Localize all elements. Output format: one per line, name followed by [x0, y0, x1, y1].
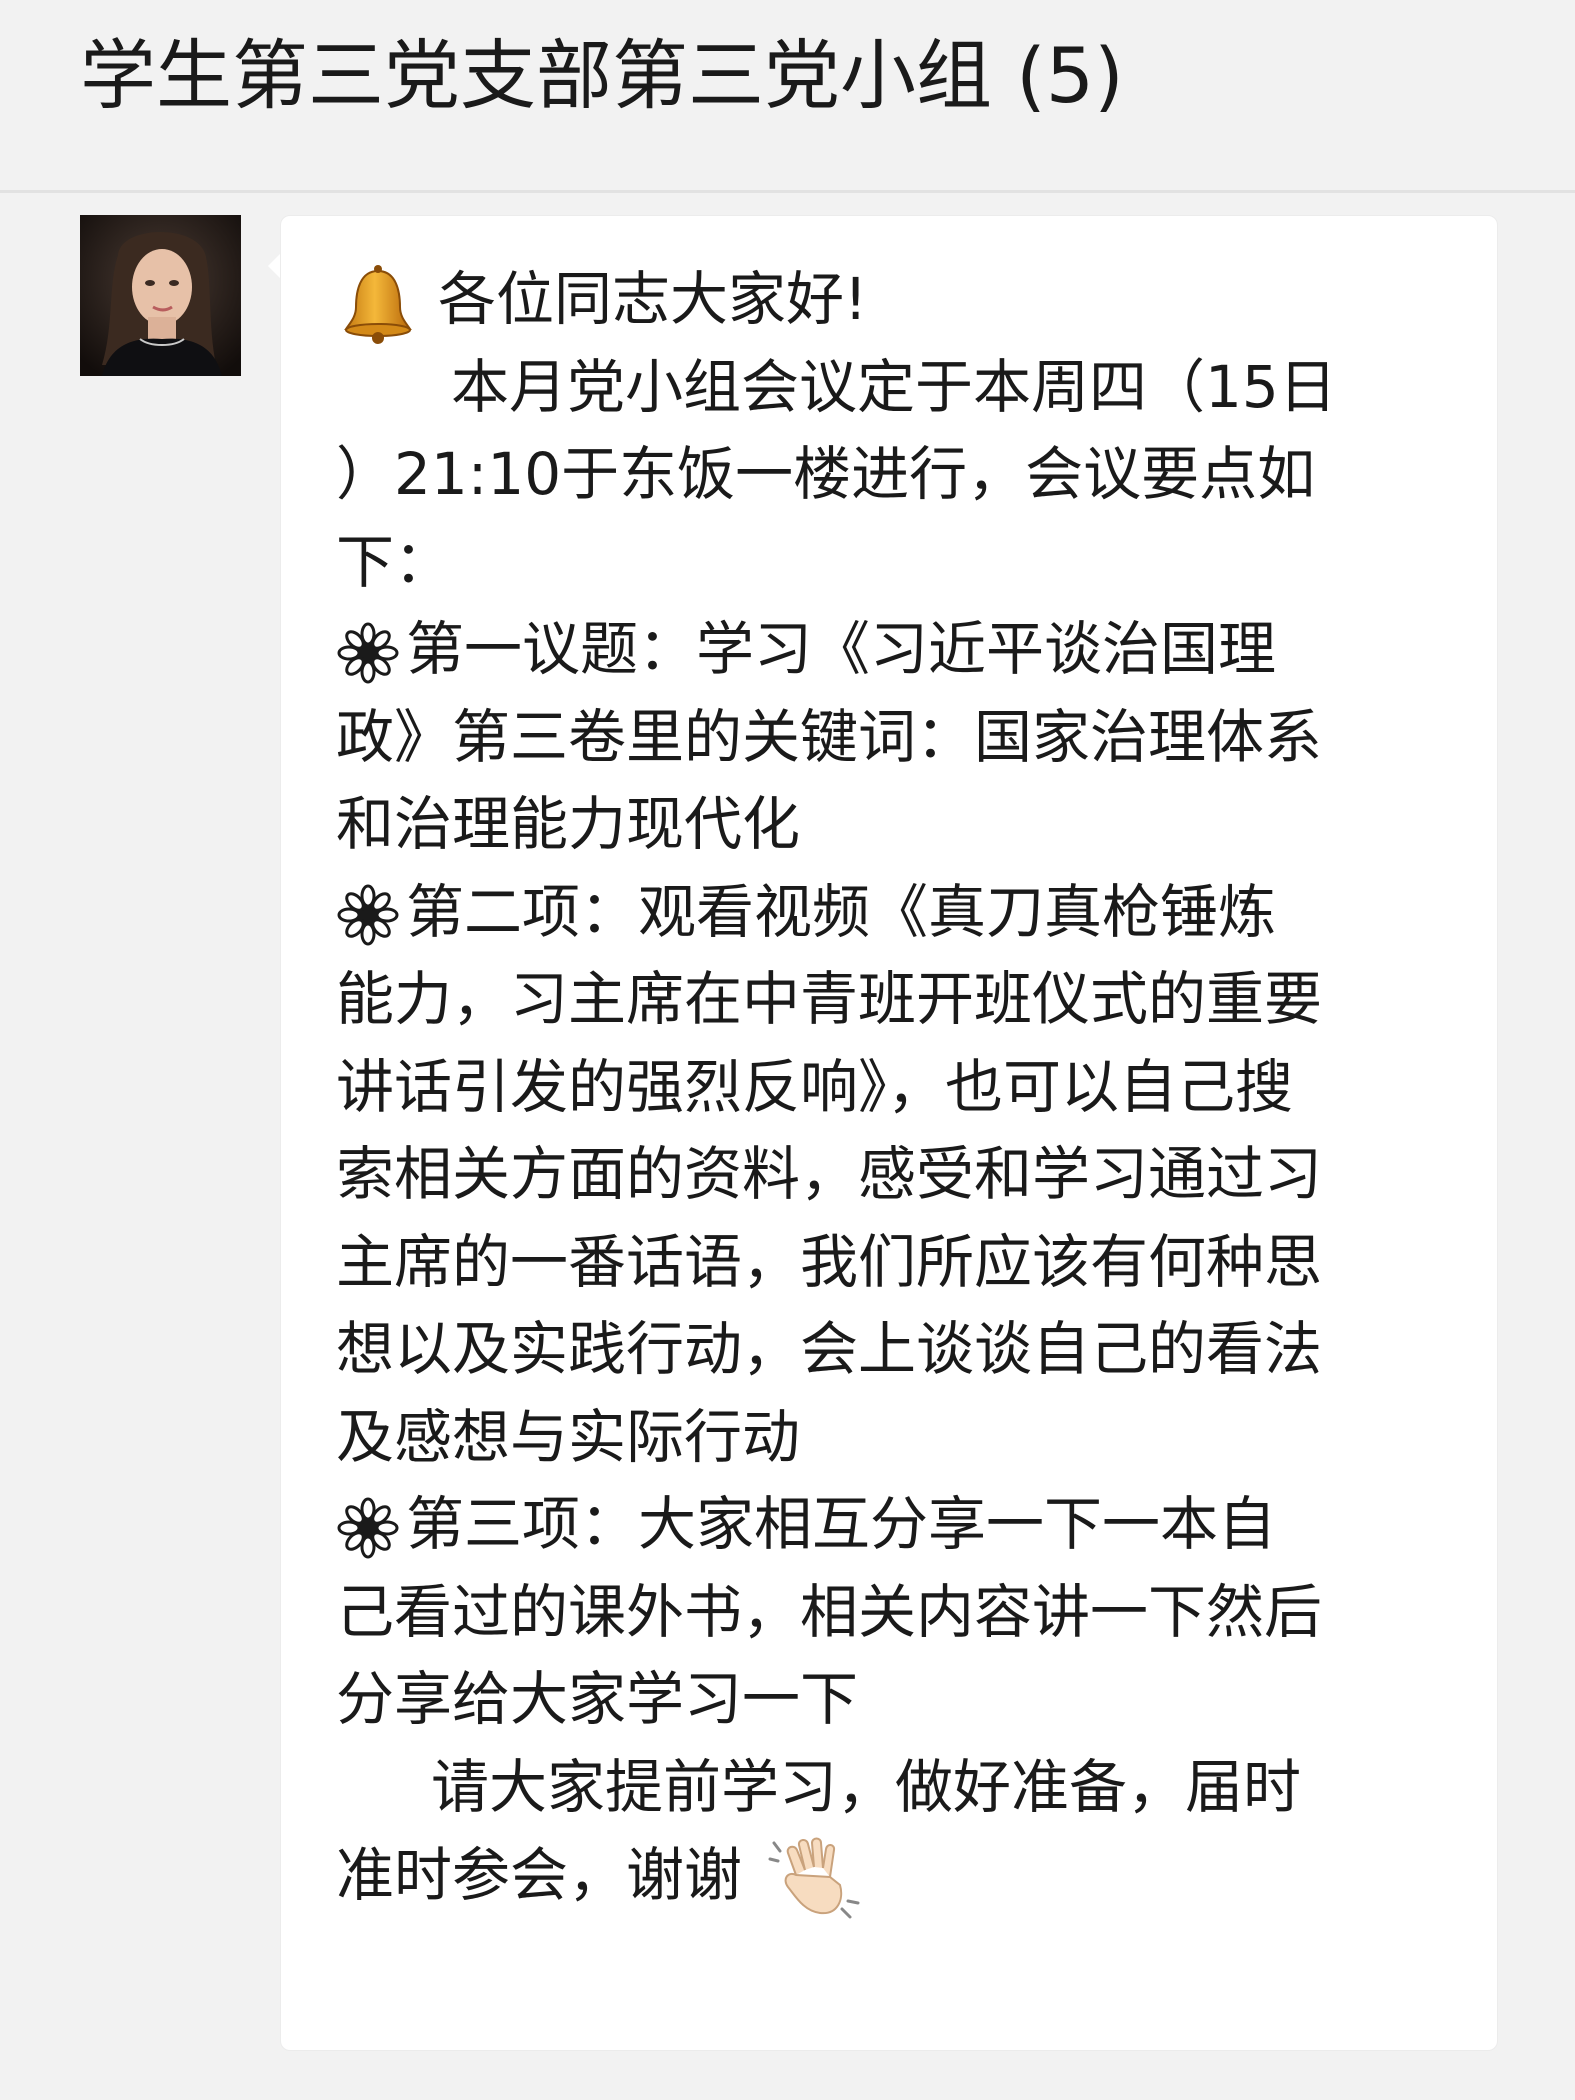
agenda-item-3-text: 第三项：大家相互分享一下一本自: [406, 1490, 1277, 1558]
waving-hand-icon: [768, 1831, 864, 1927]
agenda-item-2-text: 第二项：观看视频《真刀真枪锤炼: [406, 877, 1277, 946]
bell-icon: [336, 261, 420, 345]
avatar[interactable]: [80, 215, 241, 376]
line-8: 能力，习主席在中青班开班仪式的重要: [336, 965, 1323, 1033]
line-1: 本月党小组会议定于本周四（15日: [451, 352, 1337, 421]
line-3: 下：: [336, 527, 453, 596]
flower-icon: [336, 883, 400, 947]
line-6: 和治理能力现代化: [336, 790, 801, 858]
chat-title[interactable]: 学生第三党支部第三党小组 (5): [80, 26, 1124, 126]
line-2: ）21:10于东饭一楼进行，会议要点如: [336, 440, 1316, 508]
chat-header: 学生第三党支部第三党小组 (5): [0, 0, 1575, 193]
flower-icon: [336, 1496, 400, 1560]
line-17: 请大家提前学习，做好准备，届时: [431, 1752, 1302, 1821]
message-text[interactable]: 各位同志大家好! 本月党小组会议定于本周四（15日 ）21:10于东饭一楼进行，…: [336, 256, 1461, 1919]
line-16: 分享给大家学习一下: [336, 1665, 859, 1733]
line-15: 己看过的课外书，相关内容讲一下然后: [336, 1577, 1323, 1646]
line-11: 主席的一番话语，我们所应该有何种思: [336, 1227, 1323, 1296]
avatar-portrait: [80, 215, 241, 376]
greeting-text: 各位同志大家好!: [438, 265, 868, 333]
closing-line: 准时参会，谢谢: [336, 1831, 1461, 1919]
line-9: 讲话引发的强烈反响》，也可以自己搜: [336, 1052, 1294, 1121]
line-10: 索相关方面的资料，感受和学习通过习: [336, 1140, 1323, 1208]
line-12: 想以及实践行动，会上谈谈自己的看法: [336, 1315, 1323, 1383]
agenda-item-3: 第三项：大家相互分享一下一本自: [336, 1481, 1461, 1569]
agenda-item-1-text: 第一议题：学习《习近平谈治国理: [406, 615, 1277, 683]
agenda-item-2: 第二项：观看视频《真刀真枪锤炼: [336, 869, 1461, 957]
line-13: 及感想与实际行动: [336, 1402, 801, 1471]
greeting-line: 各位同志大家好!: [336, 256, 1461, 344]
closing-text: 准时参会，谢谢: [336, 1841, 743, 1910]
flower-icon: [336, 621, 400, 685]
agenda-item-1: 第一议题：学习《习近平谈治国理: [336, 606, 1461, 694]
line-5: 政》第三卷里的关键词：国家治理体系: [336, 702, 1323, 771]
